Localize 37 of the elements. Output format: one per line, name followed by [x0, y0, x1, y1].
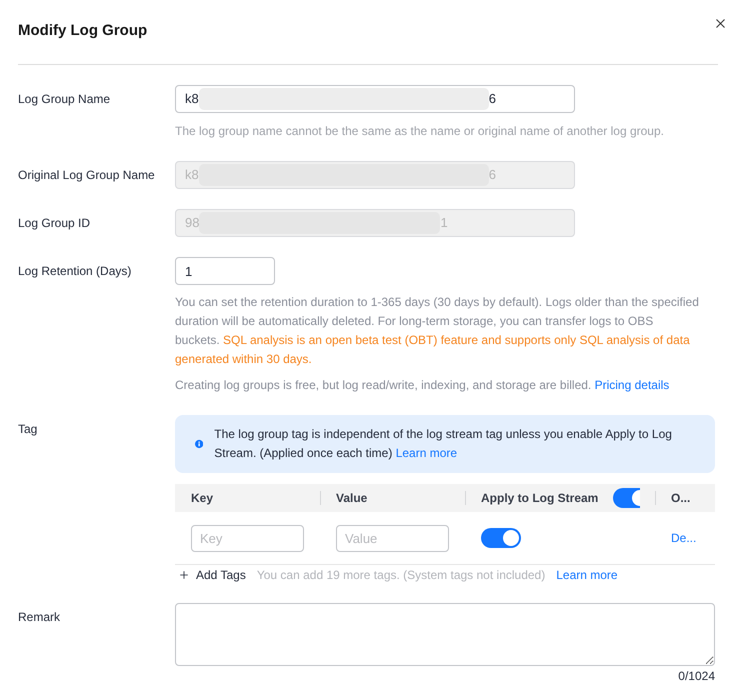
- pricing-link[interactable]: Pricing details: [594, 378, 670, 392]
- input-field[interactable]: 1: [175, 257, 275, 285]
- remark-field[interactable]: [175, 603, 715, 666]
- learn-more-link[interactable]: Learn more: [396, 446, 458, 460]
- field-label: Log Retention (Days): [18, 263, 132, 280]
- info-text: The log group tag is independent of the log stream tag unless you enable Apply to Log Stream. (Applied once each time) Learn more: [214, 426, 673, 462]
- field-label: Tag: [18, 421, 38, 438]
- field-label: Log Group Name: [18, 91, 110, 108]
- field-label: Original Log Group Name: [18, 167, 155, 184]
- field-value: k8: [185, 90, 199, 108]
- notice-text: Creating log groups is free, but log read/write, indexing, and storage are billed. Pricing details: [175, 377, 670, 394]
- dialog-title: Modify Log Group: [18, 21, 148, 41]
- help-text: You can set the retention duration to 1-365 days (30 days by default). Logs older than the specified duration will be automatically deleted. For long-term storage, you can transfer logs to OBS buckets. SQL analysis is an open beta test (OBT) feature and supports only SQL analysis of data generated within 30 days.: [175, 294, 700, 368]
- learn-more-link[interactable]: Learn more: [556, 568, 618, 582]
- plus-icon: [178, 569, 190, 581]
- field-value: 6: [488, 90, 496, 108]
- action-link[interactable]: De...: [671, 531, 696, 545]
- column-header: Apply to Log Stream: [481, 491, 598, 505]
- column-header: Key: [191, 491, 214, 505]
- tags-note: You can add 19 more tags. (System tags not included): [256, 568, 546, 582]
- column-header: O...: [671, 491, 690, 505]
- char-counter: 0/1024: [678, 668, 715, 685]
- field-value: 6: [488, 166, 496, 184]
- field-value: 1: [440, 214, 448, 232]
- field-value: k8: [185, 166, 199, 184]
- info-icon: [195, 438, 204, 450]
- field-value: 98: [185, 214, 200, 232]
- field-label: Remark: [18, 609, 60, 626]
- toggle-switch[interactable]: [613, 488, 640, 508]
- toggle-switch[interactable]: [481, 528, 521, 548]
- value-field[interactable]: Value: [336, 524, 449, 552]
- input-field[interactable]: k8 6: [175, 85, 575, 113]
- hint-text: The log group name cannot be the same as the name or original name of another log group.: [175, 123, 664, 140]
- field-label: Log Group ID: [18, 215, 90, 232]
- key-field[interactable]: Key: [191, 524, 304, 552]
- column-header: Value: [336, 491, 368, 505]
- add-tags-button[interactable]: Add Tags: [175, 568, 246, 582]
